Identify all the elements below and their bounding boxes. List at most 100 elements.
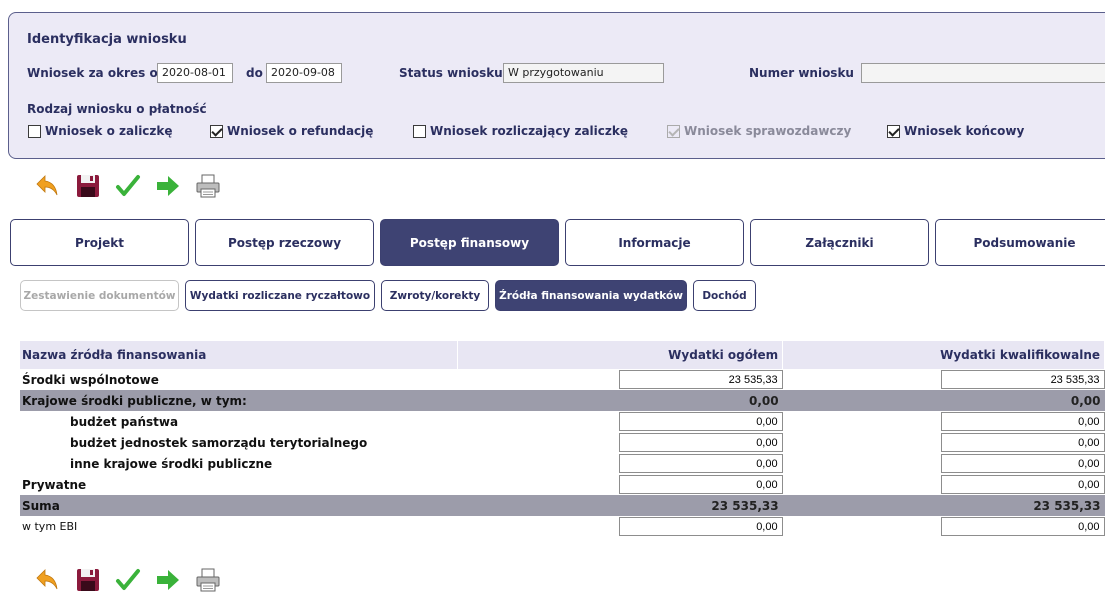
type-report-label: Wniosek sprawozdawczy [684, 124, 852, 138]
table-row: w tym EBI [20, 516, 1105, 537]
eligible-value: 23 535,33 [782, 495, 1105, 516]
row-name: Krajowe środki publiczne, w tym: [20, 390, 458, 411]
total-cell [458, 411, 783, 432]
total-value: 0,00 [457, 390, 783, 411]
type-final-option[interactable]: Wniosek końcowy [887, 124, 1024, 138]
eligible-input[interactable] [940, 433, 1105, 452]
table-row: budżet państwa [20, 411, 1105, 432]
eligible-cell [783, 369, 1105, 390]
table-header-row: Nazwa źródła finansowania Wydatki ogółem… [20, 341, 1105, 369]
subtab-zestawienie-dokumentow: Zestawienie dokumentów [20, 280, 179, 311]
forward-arrow-icon[interactable] [154, 566, 182, 594]
total-input[interactable] [618, 454, 783, 473]
type-report-checkbox [667, 124, 680, 138]
row-name: Prywatne [22, 477, 87, 492]
sub-tabs: Zestawienie dokumentów Wydatki rozliczan… [20, 280, 756, 311]
table-row: Środki wspólnotowe [20, 369, 1105, 390]
total-input[interactable] [618, 370, 783, 389]
tab-zalaczniki[interactable]: Załączniki [750, 219, 929, 266]
subtab-wydatki-ryczaltowo[interactable]: Wydatki rozliczane ryczałtowo [185, 280, 375, 311]
row-name: budżet jednostek samorządu terytorialneg… [70, 435, 368, 450]
period-from-field[interactable]: 2020-08-01 [157, 63, 233, 83]
number-label: Numer wniosku [749, 66, 854, 80]
total-input[interactable] [618, 412, 783, 431]
type-label: Rodzaj wniosku o płatność [27, 102, 207, 116]
back-arrow-icon[interactable] [34, 566, 62, 594]
type-advance-label: Wniosek o zaliczkę [45, 124, 173, 138]
type-settlement-label: Wniosek rozliczający zaliczkę [430, 124, 628, 138]
bottom-toolbar [34, 566, 222, 594]
table-row: Prywatne [20, 474, 1105, 495]
type-settlement-checkbox[interactable] [413, 124, 426, 138]
table-row: budżet jednostek samorządu terytorialneg… [20, 432, 1105, 453]
back-arrow-icon[interactable] [34, 172, 62, 200]
status-field: W przygotowaniu [503, 63, 664, 83]
type-final-label: Wniosek końcowy [904, 124, 1025, 138]
row-name: w tym EBI [22, 520, 78, 533]
row-name: inne krajowe środki publiczne [70, 456, 273, 471]
forward-arrow-icon[interactable] [154, 172, 182, 200]
eligible-cell [783, 474, 1105, 495]
period-to-label: do [246, 66, 263, 80]
status-label: Status wniosku [399, 66, 503, 80]
total-cell [458, 516, 783, 537]
total-input[interactable] [618, 517, 783, 536]
type-refund-label: Wniosek o refundację [227, 124, 374, 138]
tab-podsumowanie[interactable]: Podsumowanie [935, 219, 1105, 266]
eligible-input[interactable] [940, 454, 1105, 473]
type-refund-option[interactable]: Wniosek o refundację [210, 124, 373, 138]
eligible-cell [783, 411, 1105, 432]
identification-panel: Identyfikacja wniosku Wniosek za okres o… [8, 12, 1105, 159]
total-input[interactable] [618, 433, 783, 452]
table-row-sum: Suma 23 535,33 23 535,33 [20, 495, 1105, 516]
eligible-value: 0,00 [782, 390, 1105, 411]
number-field [861, 63, 1105, 83]
top-toolbar [34, 172, 222, 200]
type-advance-option[interactable]: Wniosek o zaliczkę [28, 124, 173, 138]
total-cell [458, 432, 783, 453]
tab-postep-finansowy[interactable]: Postęp finansowy [380, 219, 559, 266]
financing-sources-table: Nazwa źródła finansowania Wydatki ogółem… [20, 341, 1105, 537]
subtab-zrodla-finansowania[interactable]: Źródła finansowania wydatków [495, 280, 687, 311]
total-cell [458, 369, 783, 390]
type-settlement-option[interactable]: Wniosek rozliczający zaliczkę [413, 124, 628, 138]
main-tabs: Projekt Postęp rzeczowy Postęp finansowy… [10, 219, 1105, 266]
identification-title: Identyfikacja wniosku [27, 32, 187, 47]
checkmark-icon[interactable] [114, 172, 142, 200]
type-report-option: Wniosek sprawozdawczy [667, 124, 851, 138]
type-final-checkbox[interactable] [887, 124, 900, 138]
printer-icon[interactable] [194, 172, 222, 200]
subtab-dochod[interactable]: Dochód [693, 280, 756, 311]
save-disk-icon[interactable] [74, 566, 102, 594]
eligible-cell [783, 516, 1105, 537]
type-refund-checkbox[interactable] [210, 124, 223, 138]
total-value: 23 535,33 [457, 495, 783, 516]
total-cell [458, 453, 783, 474]
eligible-cell [783, 432, 1105, 453]
total-input[interactable] [618, 475, 783, 494]
eligible-input[interactable] [940, 475, 1105, 494]
header-eligible-expenses: Wydatki kwalifikowalne [782, 341, 1105, 369]
row-name: Środki wspólnotowe [22, 372, 159, 387]
eligible-input[interactable] [940, 517, 1105, 536]
header-total-expenses: Wydatki ogółem [457, 341, 784, 369]
eligible-cell [783, 453, 1105, 474]
total-cell [458, 474, 783, 495]
tab-postep-rzeczowy[interactable]: Postęp rzeczowy [195, 219, 374, 266]
tab-informacje[interactable]: Informacje [565, 219, 744, 266]
eligible-input[interactable] [940, 412, 1105, 431]
type-advance-checkbox[interactable] [28, 124, 41, 138]
checkmark-icon[interactable] [114, 566, 142, 594]
row-name: Suma [20, 495, 458, 516]
period-from-label: Wniosek za okres od [27, 66, 167, 80]
header-source-name: Nazwa źródła finansowania [20, 341, 459, 369]
table-row: inne krajowe środki publiczne [20, 453, 1105, 474]
subtab-zwroty-korekty[interactable]: Zwroty/korekty [381, 280, 489, 311]
save-disk-icon[interactable] [74, 172, 102, 200]
eligible-input[interactable] [940, 370, 1105, 389]
period-to-field[interactable]: 2020-09-08 [266, 63, 342, 83]
tab-projekt[interactable]: Projekt [10, 219, 189, 266]
printer-icon[interactable] [194, 566, 222, 594]
row-name: budżet państwa [70, 414, 179, 429]
table-row: Krajowe środki publiczne, w tym: 0,00 0,… [20, 390, 1105, 411]
